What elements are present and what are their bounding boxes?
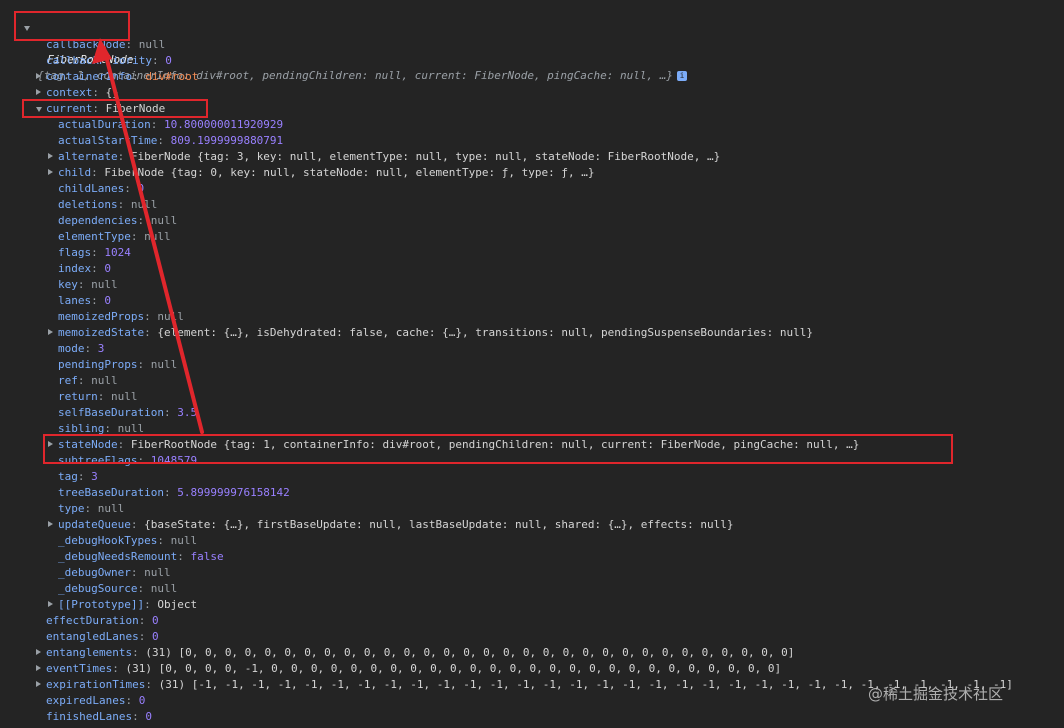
arrow-shaft	[102, 46, 204, 434]
watermark-text: @稀土掘金技术社区	[868, 685, 1004, 703]
annotation-arrow	[92, 38, 204, 434]
